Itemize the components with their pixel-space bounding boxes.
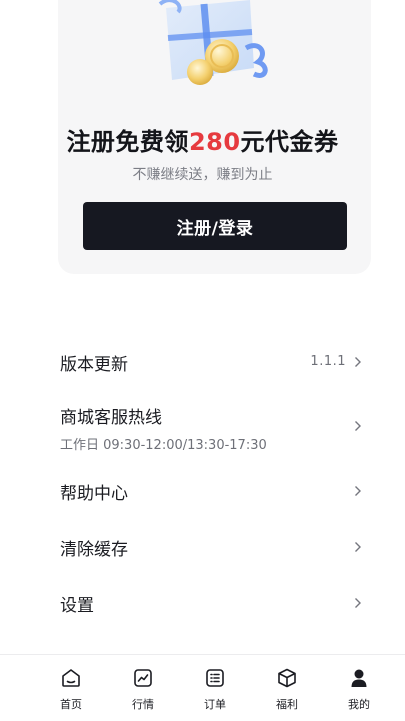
chevron-right-icon — [355, 598, 361, 608]
menu-item-help-label: 帮助中心 — [60, 484, 128, 504]
menu-item-hotline[interactable]: 商城客服热线 工作日 09:30-12:00/13:30-17:30 — [60, 403, 370, 453]
tab-orders[interactable]: 订单 — [185, 667, 245, 712]
tab-benefits[interactable]: 福利 — [257, 667, 317, 712]
menu-item-version-label: 版本更新 — [60, 355, 128, 375]
hotline-hours: 工作日 09:30-12:00/13:30-17:30 — [60, 438, 267, 453]
tab-orders-label: 订单 — [204, 698, 226, 711]
promo-title: 注册免费领280元代金券 — [0, 122, 405, 157]
menu-item-clear-cache-label: 清除缓存 — [60, 540, 128, 560]
chevron-right-icon — [355, 357, 361, 367]
tab-home[interactable]: 首页 — [41, 667, 101, 712]
order-list-icon — [206, 669, 224, 687]
bottom-tab-bar: 首页 行情 订单 福利 我的 — [0, 654, 405, 721]
promo-title-prefix: 注册免费领 — [66, 128, 189, 156]
tab-market[interactable]: 行情 — [113, 667, 173, 712]
tab-mine[interactable]: 我的 — [329, 667, 389, 712]
menu-item-settings-label: 设置 — [60, 596, 94, 616]
gift-box-icon — [278, 668, 296, 688]
menu-item-version[interactable]: 版本更新 1.1.1 — [60, 350, 370, 376]
chevron-right-icon — [355, 486, 361, 496]
version-number: 1.1.1 — [310, 354, 346, 369]
menu-item-hotline-label: 商城客服热线 — [60, 408, 162, 428]
menu-item-help[interactable]: 帮助中心 — [60, 479, 370, 505]
tab-benefits-label: 福利 — [276, 698, 298, 711]
tab-home-label: 首页 — [60, 698, 82, 711]
home-icon — [62, 669, 80, 687]
register-login-label: 注册/登录 — [176, 218, 254, 239]
menu-item-settings[interactable]: 设置 — [60, 591, 370, 617]
tab-market-label: 行情 — [132, 698, 154, 711]
menu-item-clear-cache[interactable]: 清除缓存 — [60, 535, 370, 561]
promo-amount: 280 — [188, 128, 241, 156]
promo-subtitle: 不赚继续送，赚到为止 — [132, 167, 273, 183]
tab-mine-label: 我的 — [348, 698, 370, 711]
promo-title-suffix: 元代金券 — [240, 128, 339, 156]
chevron-right-icon — [355, 421, 361, 431]
chevron-right-icon — [355, 542, 361, 552]
market-chart-icon — [134, 669, 152, 687]
gift-coins-illustration — [158, 0, 268, 85]
user-icon — [351, 669, 367, 687]
register-login-button[interactable]: 注册/登录 — [83, 202, 347, 250]
